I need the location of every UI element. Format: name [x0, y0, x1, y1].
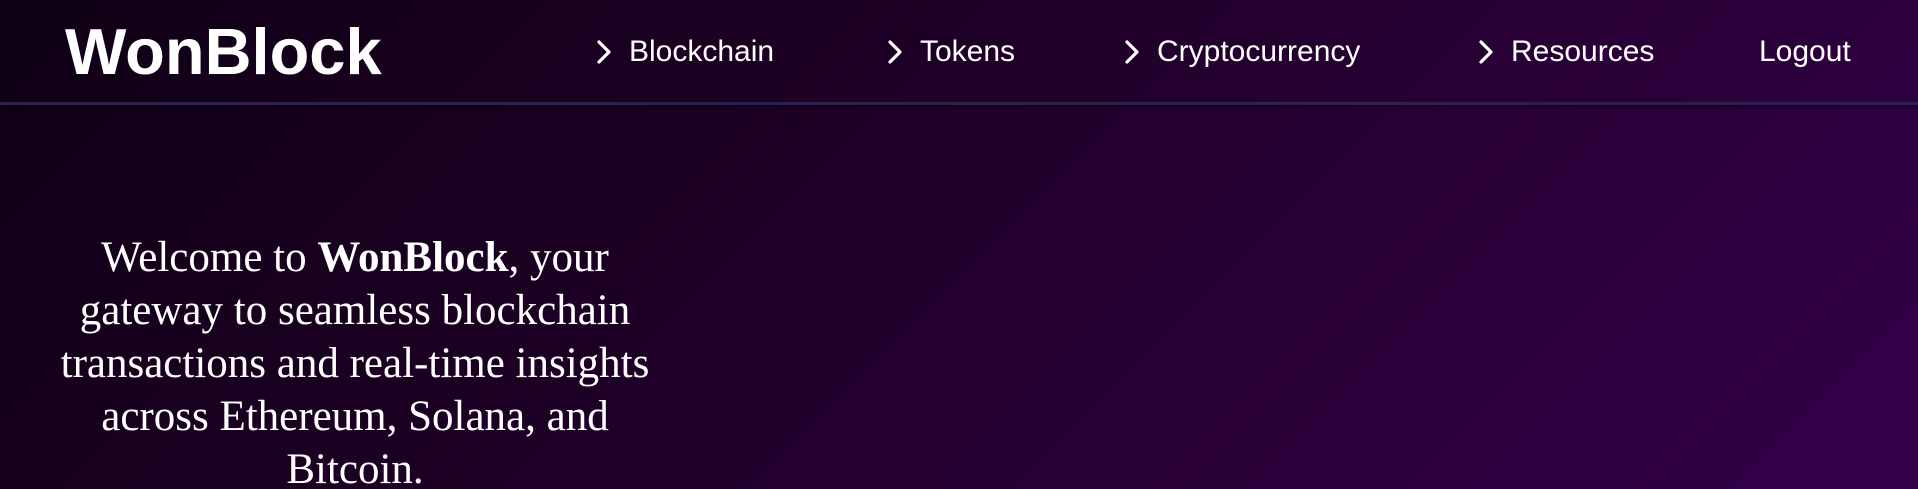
- nav-item-tokens[interactable]: Tokens: [887, 34, 1015, 70]
- nav-item-label: Blockchain: [629, 35, 775, 68]
- welcome-message: Welcome to WonBlock, your gateway to sea…: [40, 231, 670, 489]
- nav-item-label: Tokens: [920, 35, 1016, 68]
- nav-item-label: Resources: [1511, 35, 1655, 68]
- welcome-prefix: Welcome to: [101, 234, 318, 281]
- brand-logo[interactable]: WonBlock: [65, 14, 382, 90]
- chevron-right-icon: [1124, 39, 1140, 65]
- nav-item-blockchain[interactable]: Blockchain: [596, 34, 774, 70]
- nav-item-resources[interactable]: Resources: [1478, 34, 1654, 70]
- top-navbar: WonBlock Blockchain Tokens Cryptocurrenc…: [0, 0, 1918, 105]
- chevron-right-icon: [1478, 39, 1494, 65]
- welcome-brand: WonBlock: [317, 234, 509, 281]
- chevron-right-icon: [887, 39, 903, 65]
- chevron-right-icon: [596, 39, 612, 65]
- logout-link[interactable]: Logout: [1759, 34, 1851, 70]
- nav-item-label: Cryptocurrency: [1157, 35, 1361, 68]
- nav-item-cryptocurrency[interactable]: Cryptocurrency: [1124, 34, 1360, 70]
